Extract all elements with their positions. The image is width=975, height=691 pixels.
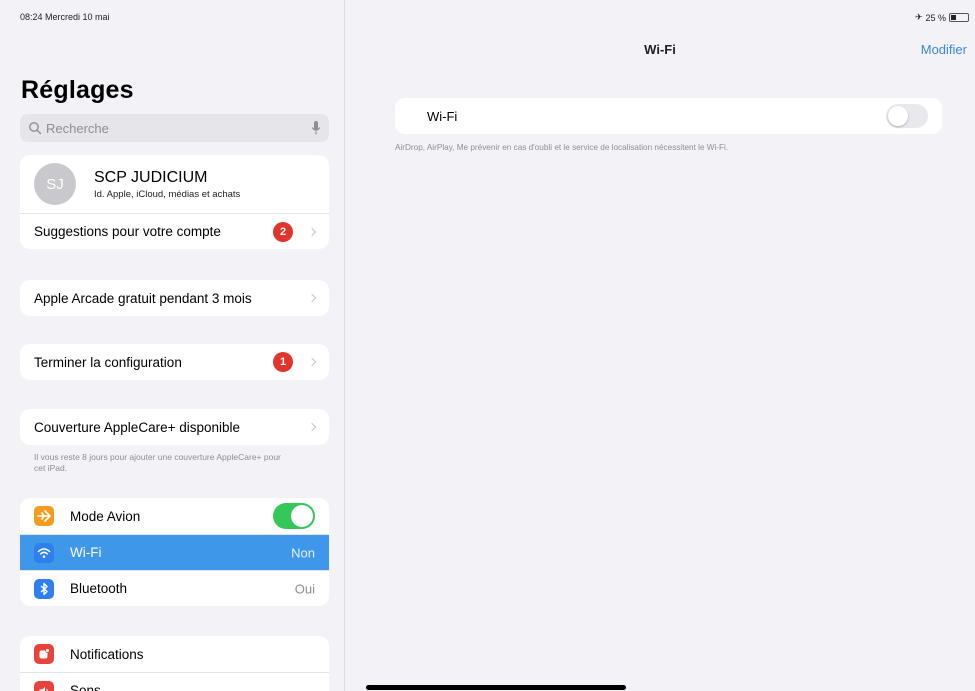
status-bar-right: ✈ 25 %: [915, 12, 969, 23]
detail-title: Wi-Fi: [644, 42, 676, 57]
wifi-toggle-label: Wi-Fi: [427, 108, 458, 124]
applecare-row[interactable]: Couverture AppleCare+ disponible: [20, 409, 329, 445]
sidebar-item-label: Wi-Fi: [70, 545, 102, 560]
chevron-right-icon: [307, 293, 317, 303]
settings-sidebar: 08:24 Mercredi 10 mai Réglages Recherche…: [0, 0, 345, 691]
airplane-mode-toggle[interactable]: [273, 503, 315, 529]
battery-fill: [951, 15, 956, 20]
search-icon: [29, 122, 42, 135]
wifi-toggle-row: Wi-Fi: [395, 98, 942, 134]
bluetooth-icon: [34, 578, 54, 599]
apple-arcade-row[interactable]: Apple Arcade gratuit pendant 3 mois: [20, 280, 329, 316]
ipad-screen: 08:24 Mercredi 10 mai Réglages Recherche…: [0, 0, 975, 691]
notification-badge: 1: [273, 352, 293, 372]
toggle-knob: [888, 106, 908, 126]
battery-percent: 25 %: [925, 12, 946, 23]
sidebar-item-label: Notifications: [70, 646, 144, 662]
suggestions-row[interactable]: Suggestions pour votre compte 2: [20, 213, 329, 249]
apple-arcade-label: Apple Arcade gratuit pendant 3 mois: [34, 290, 252, 306]
airplane-icon: [34, 506, 54, 526]
wifi-toggle[interactable]: [886, 104, 928, 128]
connectivity-group: Mode Avion Wi-Fi Non Bluetooth Oui: [20, 498, 329, 606]
chevron-right-icon: [307, 422, 317, 432]
sidebar-item-bluetooth[interactable]: Bluetooth Oui: [20, 570, 329, 606]
applecare-group: Couverture AppleCare+ disponible: [20, 409, 329, 445]
microphone-icon[interactable]: [311, 120, 321, 136]
finish-setup-label: Terminer la configuration: [34, 354, 182, 370]
notification-badge: 2: [273, 221, 293, 242]
battery-icon: [949, 13, 969, 22]
sidebar-item-notifications[interactable]: Notifications: [20, 636, 329, 672]
setup-group: Terminer la configuration 1: [20, 344, 329, 380]
avatar: SJ: [34, 163, 76, 205]
apple-id-profile[interactable]: SJ SCP JUDICIUM Id. Apple, iCloud, média…: [20, 155, 329, 213]
suggestions-label: Suggestions pour votre compte: [34, 224, 221, 239]
wifi-footnote: AirDrop, AirPlay, Me prévenir en cas d'o…: [395, 143, 729, 152]
chevron-right-icon: [307, 357, 317, 367]
status-time-date: 08:24 Mercredi 10 mai: [20, 12, 110, 22]
sidebar-item-sounds[interactable]: Sons: [20, 672, 329, 691]
sidebar-item-label: Mode Avion: [70, 508, 141, 524]
wifi-detail-pane: ✈ 25 % Wi-Fi Modifier Wi-Fi AirDrop, Air…: [345, 0, 975, 691]
wifi-status-value: Non: [291, 545, 315, 560]
applecare-footnote: Il vous reste 8 jours pour ajouter une c…: [34, 452, 281, 473]
chevron-right-icon: [307, 227, 317, 236]
airplane-status-icon: ✈: [914, 12, 923, 22]
sidebar-item-wifi[interactable]: Wi-Fi Non: [20, 534, 329, 570]
home-indicator[interactable]: [366, 685, 626, 690]
sidebar-item-airplane-mode[interactable]: Mode Avion: [20, 498, 329, 534]
sounds-icon: [34, 680, 54, 691]
page-title: Réglages: [21, 76, 134, 104]
toggle-knob: [291, 505, 313, 527]
notifications-icon: [34, 644, 54, 664]
sidebar-item-label: Bluetooth: [70, 581, 128, 596]
notifications-group: Notifications Sons: [20, 636, 329, 691]
search-input[interactable]: Recherche: [20, 114, 329, 142]
bluetooth-status-value: Oui: [294, 581, 315, 596]
profile-subtitle: Id. Apple, iCloud, médias et achats: [94, 188, 241, 200]
finish-setup-row[interactable]: Terminer la configuration 1: [20, 344, 329, 380]
edit-button[interactable]: Modifier: [921, 42, 967, 57]
sidebar-item-label: Sons: [70, 683, 101, 691]
account-group: SJ SCP JUDICIUM Id. Apple, iCloud, média…: [20, 155, 329, 249]
applecare-label: Couverture AppleCare+ disponible: [34, 419, 241, 435]
profile-name: SCP JUDICIUM: [94, 168, 208, 186]
arcade-group: Apple Arcade gratuit pendant 3 mois: [20, 280, 329, 316]
wifi-icon: [34, 542, 54, 563]
search-placeholder: Recherche: [46, 120, 109, 136]
